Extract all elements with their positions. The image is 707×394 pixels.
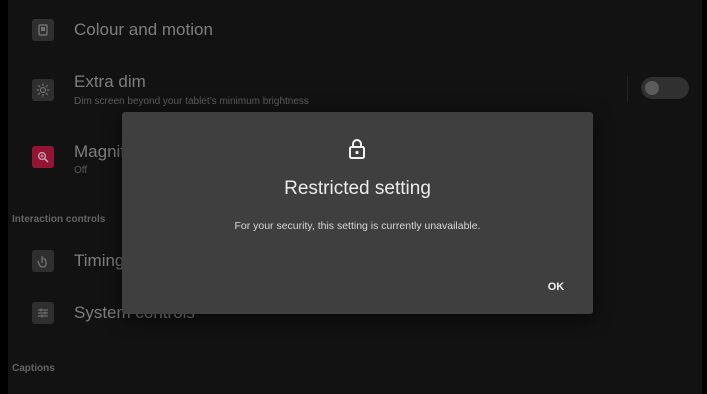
lock-icon [345, 137, 369, 161]
ok-button[interactable]: OK [538, 274, 574, 300]
dialog-title: Restricted setting [284, 178, 431, 199]
restricted-setting-dialog: Restricted setting For your security, th… [122, 112, 593, 314]
dialog-message: For your security, this setting is curre… [234, 220, 481, 232]
screen: Colour and motion Extra dim Dim screen b… [0, 0, 707, 394]
